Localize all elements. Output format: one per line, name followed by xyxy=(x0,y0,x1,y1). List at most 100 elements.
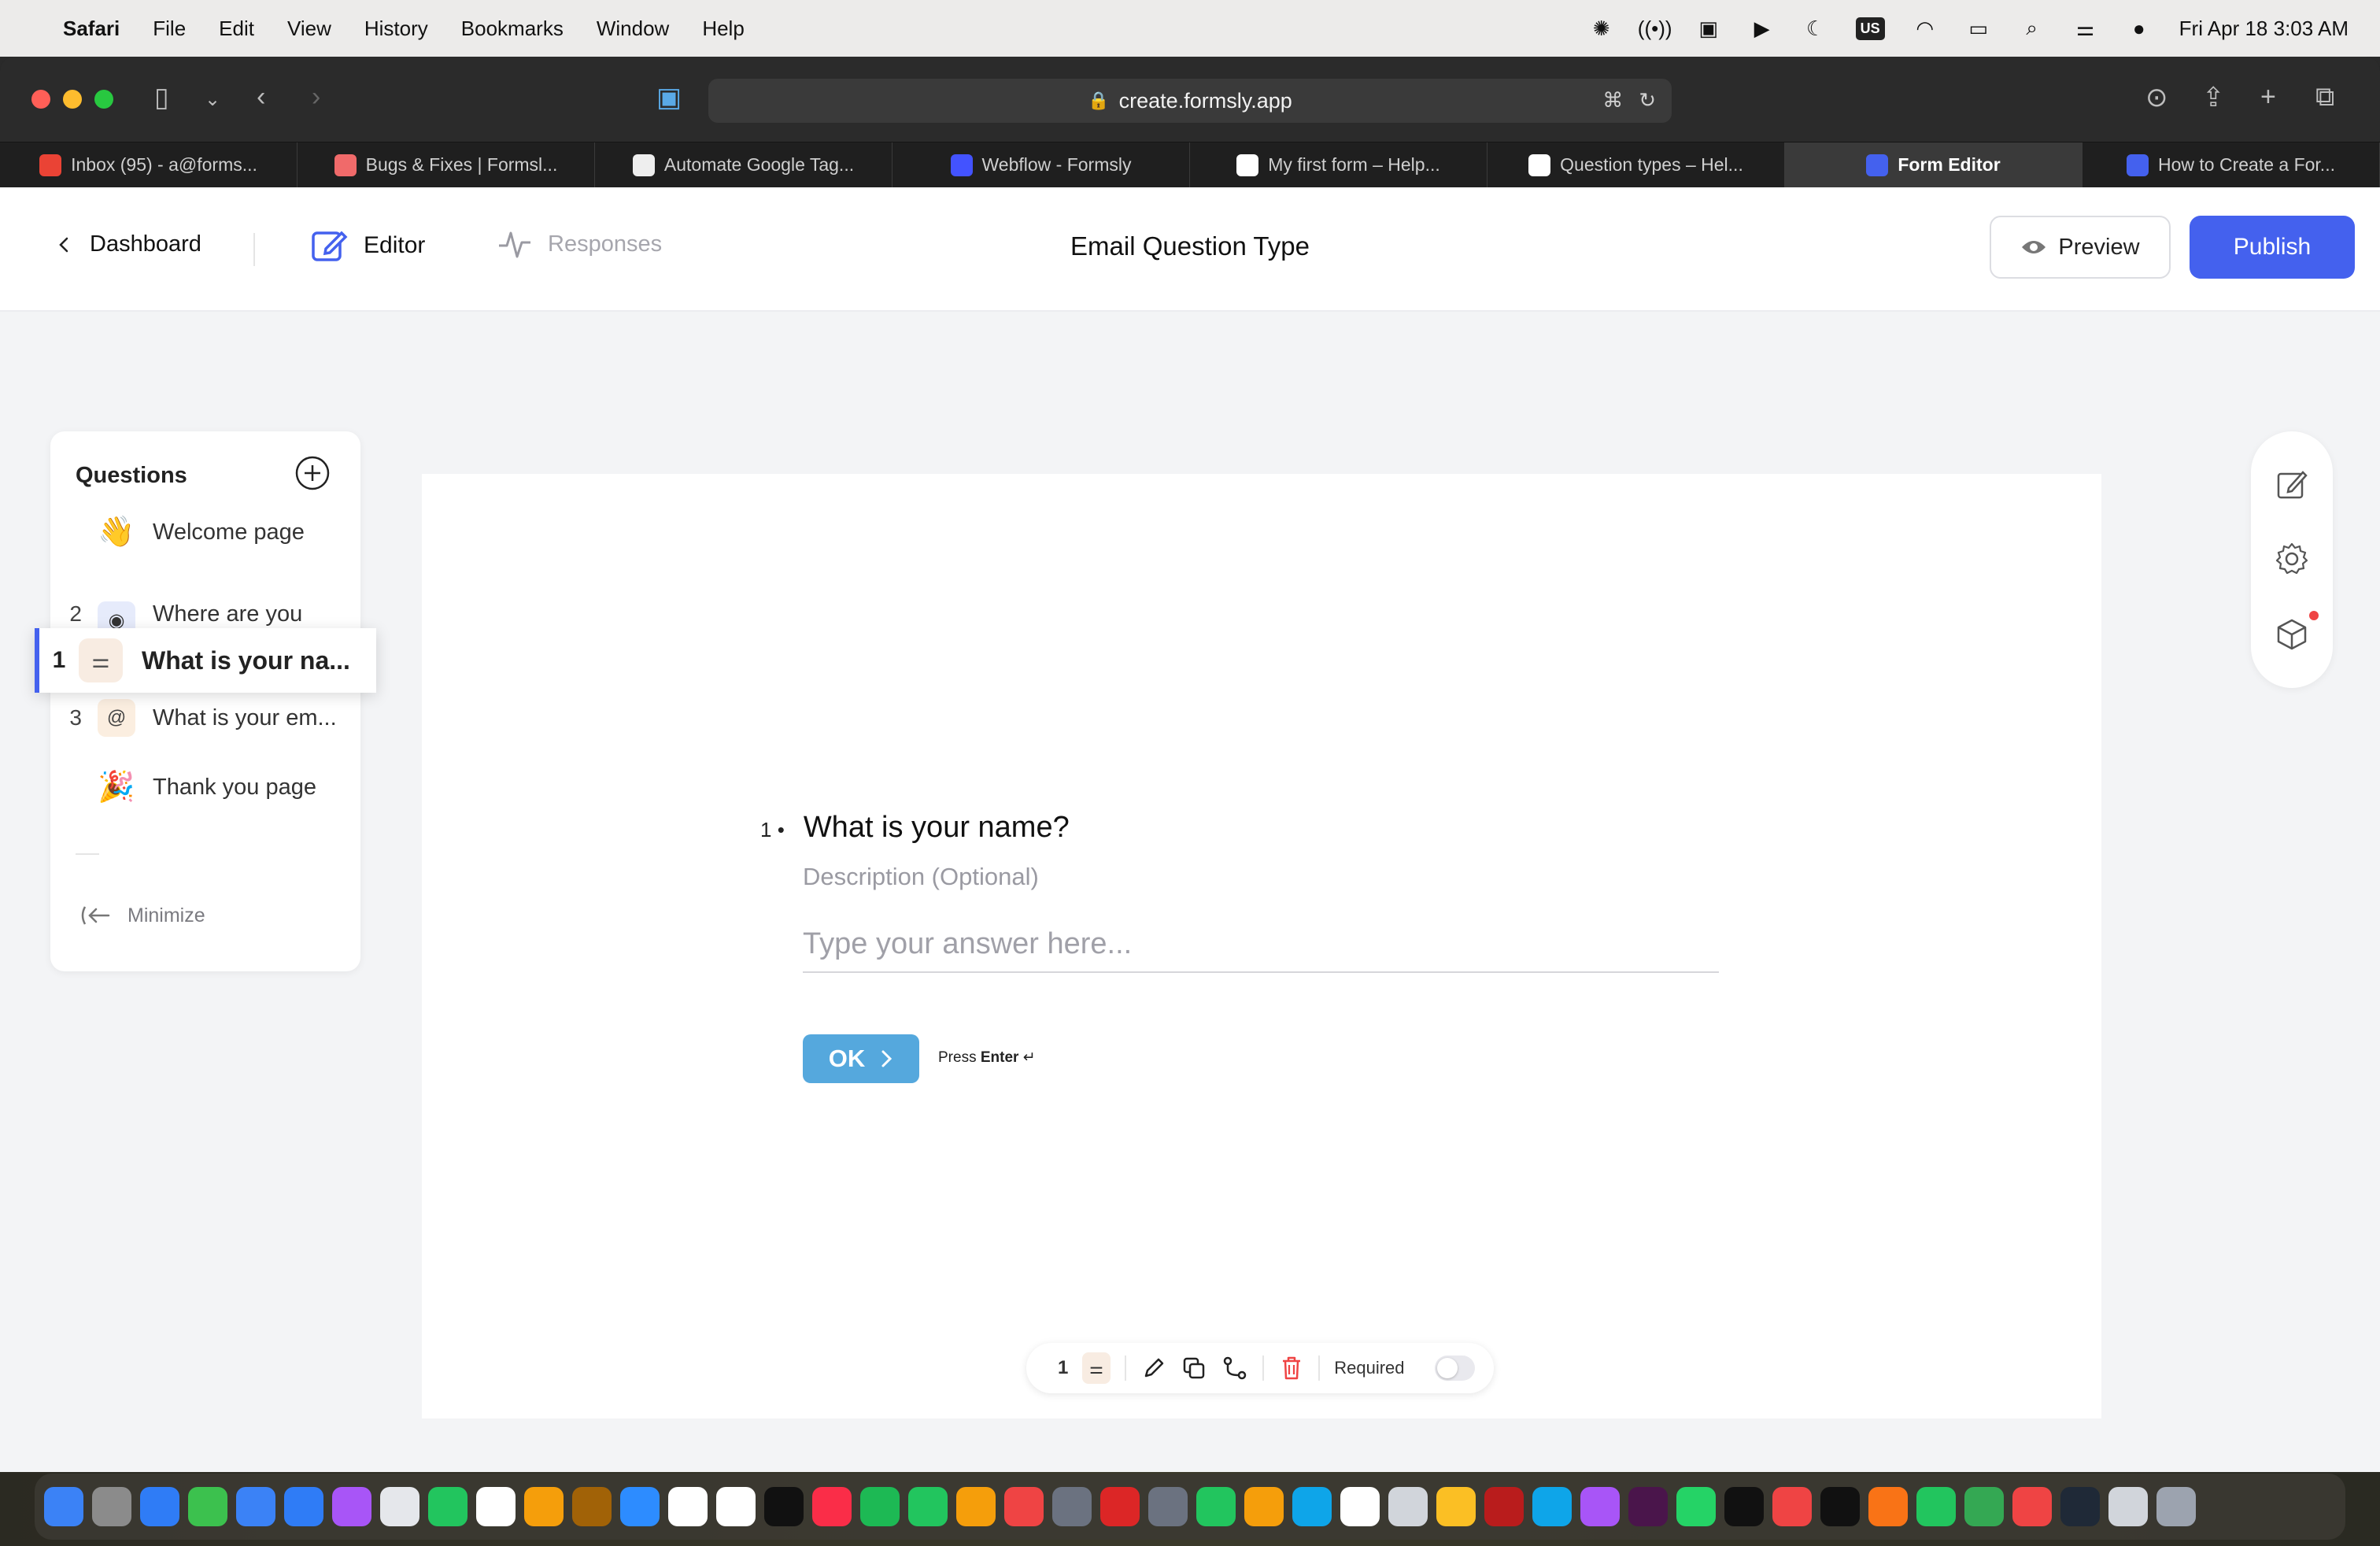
airplay-broadcast-icon[interactable]: ((•)) xyxy=(1638,17,1672,40)
question-title[interactable]: What is your name? xyxy=(804,811,1070,845)
dock-app-icon[interactable] xyxy=(812,1487,852,1526)
browser-tab[interactable]: Bugs & Fixes | Formsl... xyxy=(298,142,595,187)
dock-app-icon[interactable] xyxy=(1820,1487,1860,1526)
browser-tab[interactable]: How to Create a For... xyxy=(2082,142,2380,187)
dock-app-icon[interactable] xyxy=(1484,1487,1524,1526)
play-circle-icon[interactable]: ▶ xyxy=(1749,17,1776,40)
browser-tab[interactable]: Form Editor xyxy=(1785,142,2082,187)
share-icon[interactable]: ⇪ xyxy=(2202,82,2225,113)
publish-button[interactable]: Publish xyxy=(2190,216,2355,279)
dock-app-icon[interactable] xyxy=(1100,1487,1140,1526)
browser-tab[interactable]: Webflow - Formsly xyxy=(893,142,1190,187)
preview-button[interactable]: Preview xyxy=(1990,216,2171,279)
welcome-page-item[interactable]: 👋 Welcome page xyxy=(50,513,360,551)
required-toggle[interactable] xyxy=(1434,1356,1476,1381)
dock-app-icon[interactable] xyxy=(1436,1487,1476,1526)
chevron-down-icon[interactable]: ⌄ xyxy=(205,88,220,111)
dock-app-icon[interactable] xyxy=(1052,1487,1092,1526)
answer-input[interactable] xyxy=(803,916,1719,973)
dock-app-icon[interactable] xyxy=(188,1487,227,1526)
dock-app-icon[interactable] xyxy=(1340,1487,1380,1526)
battery-icon[interactable]: ▭ xyxy=(1965,17,1992,40)
menu-edit[interactable]: Edit xyxy=(219,17,254,41)
minimize-button[interactable]: Minimize xyxy=(79,904,205,927)
dock-app-icon[interactable] xyxy=(1532,1487,1572,1526)
dock-app-icon[interactable] xyxy=(1772,1487,1812,1526)
question-item-3[interactable]: 3 @ What is your em... xyxy=(50,699,360,737)
add-question-icon[interactable] xyxy=(294,455,331,491)
gear-icon[interactable] xyxy=(2275,542,2309,576)
reader-extension-icon[interactable]: ▣ xyxy=(656,82,682,113)
dock-app-icon[interactable] xyxy=(572,1487,612,1526)
dock-app-icon[interactable] xyxy=(956,1487,996,1526)
minimize-window-button[interactable] xyxy=(63,90,82,109)
dock-app-icon[interactable] xyxy=(764,1487,804,1526)
logic-branch-icon[interactable] xyxy=(1221,1353,1248,1383)
back-icon[interactable]: ‹ xyxy=(257,82,265,113)
trash-icon[interactable] xyxy=(1278,1353,1305,1383)
menu-view[interactable]: View xyxy=(287,17,331,41)
dock-app-icon[interactable] xyxy=(1724,1487,1764,1526)
forward-icon[interactable]: › xyxy=(312,82,320,113)
chatgpt-icon[interactable]: ✺ xyxy=(1588,17,1615,40)
dock-app-icon[interactable] xyxy=(140,1487,179,1526)
control-center-icon[interactable]: ⚌ xyxy=(2072,17,2099,40)
siri-icon[interactable]: ● xyxy=(2126,17,2153,40)
dock-app-icon[interactable] xyxy=(1004,1487,1044,1526)
dock-app-icon[interactable] xyxy=(1580,1487,1620,1526)
browser-tab[interactable]: Automate Google Tag... xyxy=(595,142,893,187)
dock-app-icon[interactable] xyxy=(332,1487,371,1526)
input-source-badge[interactable]: US xyxy=(1855,17,1885,40)
browser-tab[interactable]: My first form – Help... xyxy=(1190,142,1488,187)
dock-app-icon[interactable] xyxy=(1244,1487,1284,1526)
dock-app-icon[interactable] xyxy=(380,1487,419,1526)
dock-app-icon[interactable] xyxy=(524,1487,564,1526)
dock-app-icon[interactable] xyxy=(428,1487,468,1526)
thank-you-page-item[interactable]: 🎉 Thank you page xyxy=(50,768,360,806)
wifi-icon[interactable]: ◠ xyxy=(1912,17,1938,40)
translate-icon[interactable]: ⌘ xyxy=(1602,88,1623,113)
dock-app-icon[interactable] xyxy=(908,1487,948,1526)
dock-app-icon[interactable] xyxy=(2108,1487,2148,1526)
downloads-icon[interactable]: ⊙ xyxy=(2145,82,2168,113)
browser-tab[interactable]: Question types – Hel... xyxy=(1488,142,1785,187)
dock-app-icon[interactable] xyxy=(2012,1487,2052,1526)
dock-app-icon[interactable] xyxy=(716,1487,756,1526)
edit-design-icon[interactable] xyxy=(2275,468,2309,502)
pencil-icon[interactable] xyxy=(1140,1353,1167,1383)
menu-history[interactable]: History xyxy=(364,17,428,41)
dock-app-icon[interactable] xyxy=(1388,1487,1428,1526)
close-window-button[interactable] xyxy=(31,90,50,109)
ok-button[interactable]: OK xyxy=(803,1034,919,1083)
dock-app-icon[interactable] xyxy=(2060,1487,2100,1526)
menubar-clock[interactable]: Fri Apr 18 3:03 AM xyxy=(2179,17,2349,41)
browser-tab[interactable]: Inbox (95) - a@forms... xyxy=(0,142,298,187)
short-text-type-icon[interactable]: ⚌ xyxy=(1082,1352,1111,1384)
menu-app-name[interactable]: Safari xyxy=(63,17,120,41)
dragging-question-item-1[interactable]: 1 ⚌ What is your na... xyxy=(35,628,376,693)
display-icon[interactable]: ▣ xyxy=(1695,17,1722,40)
menu-bookmarks[interactable]: Bookmarks xyxy=(461,17,564,41)
menu-window[interactable]: Window xyxy=(597,17,669,41)
dock-app-icon[interactable] xyxy=(1868,1487,1908,1526)
address-bar[interactable]: 🔒 create.formsly.app ⌘ ↻ xyxy=(708,79,1672,123)
dock-app-icon[interactable] xyxy=(1916,1487,1956,1526)
dock-app-icon[interactable] xyxy=(92,1487,131,1526)
dock-app-icon[interactable] xyxy=(1676,1487,1716,1526)
dock-app-icon[interactable] xyxy=(860,1487,900,1526)
sidebar-toggle-icon[interactable]: ▯ xyxy=(154,82,169,113)
zoom-window-button[interactable] xyxy=(94,90,113,109)
dock-app-icon[interactable] xyxy=(1628,1487,1668,1526)
dock-app-icon[interactable] xyxy=(44,1487,83,1526)
dock-app-icon[interactable] xyxy=(236,1487,275,1526)
integrations-cube-icon[interactable] xyxy=(2275,617,2309,652)
dock-app-icon[interactable] xyxy=(1196,1487,1236,1526)
dock-app-icon[interactable] xyxy=(476,1487,516,1526)
dock-app-icon[interactable] xyxy=(620,1487,660,1526)
dock-app-icon[interactable] xyxy=(2156,1487,2196,1526)
dock-app-icon[interactable] xyxy=(1964,1487,2004,1526)
menu-help[interactable]: Help xyxy=(702,17,744,41)
dock-app-icon[interactable] xyxy=(1148,1487,1188,1526)
dock-app-icon[interactable] xyxy=(668,1487,708,1526)
spotlight-search-icon[interactable]: ⌕ xyxy=(2019,16,2046,40)
